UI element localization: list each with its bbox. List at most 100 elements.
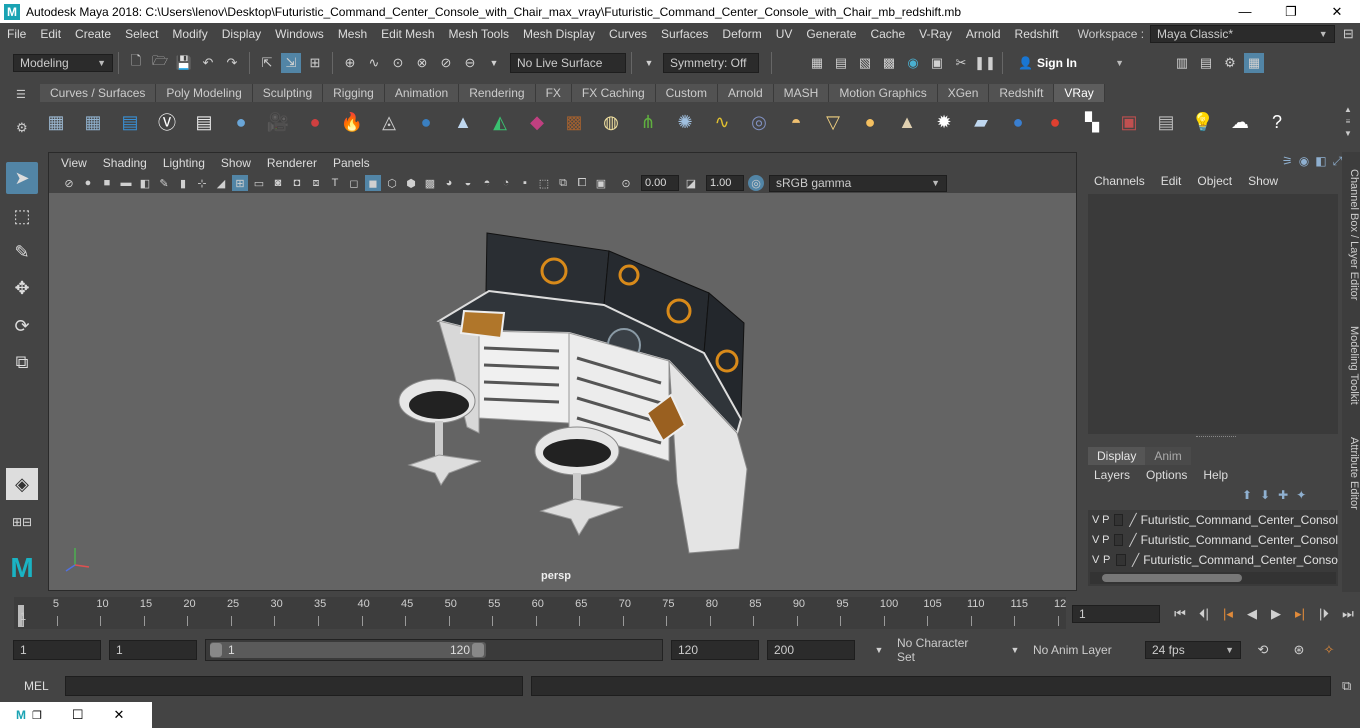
gate-mask-icon[interactable]: ◢ bbox=[213, 175, 229, 191]
gamma-field[interactable]: 1.00 bbox=[706, 175, 744, 191]
select-tool-icon[interactable]: ➤ bbox=[6, 162, 38, 194]
layer-name[interactable]: Futuristic_Command_Center_Conso bbox=[1143, 553, 1338, 567]
viewport-menu-renderer[interactable]: Renderer bbox=[259, 156, 325, 170]
menu-mesh[interactable]: Mesh bbox=[331, 27, 374, 41]
menu-cache[interactable]: Cache bbox=[863, 27, 912, 41]
mode-dropdown[interactable]: Modeling ▼ bbox=[13, 53, 113, 72]
depth-of-field-icon[interactable]: ▪ bbox=[517, 175, 533, 191]
vray-frame-buffer-icon[interactable]: ▤ bbox=[114, 106, 146, 138]
vray-logo-icon[interactable]: Ⓥ bbox=[151, 106, 183, 138]
isolate-select-icon[interactable]: ⬚ bbox=[536, 175, 552, 191]
layer-editor-toggle-icon[interactable]: ◉ bbox=[1299, 154, 1309, 169]
menu-modify[interactable]: Modify bbox=[165, 27, 214, 41]
wireframe-on-shaded-icon[interactable]: ⬡ bbox=[384, 175, 400, 191]
vray-sun-icon[interactable]: ● bbox=[854, 106, 886, 138]
workspace-lock-icon[interactable]: ⊟ bbox=[1339, 24, 1358, 44]
shelf-tab-poly-modeling[interactable]: Poly Modeling bbox=[156, 84, 253, 102]
vray-fire-icon[interactable]: 🔥 bbox=[336, 106, 368, 138]
wireframe-icon[interactable]: ⧈ bbox=[308, 175, 324, 191]
vray-curve-icon[interactable]: ∿ bbox=[706, 106, 738, 138]
range-slider-bar[interactable] bbox=[210, 642, 486, 658]
help-icon[interactable]: ? bbox=[1261, 106, 1293, 138]
step-forward-frame-icon[interactable]: |⏵ bbox=[1314, 604, 1334, 624]
shadows-icon[interactable]: ◕ bbox=[441, 175, 457, 191]
color-management-icon[interactable]: ◎ bbox=[748, 175, 764, 191]
script-editor-icon[interactable]: ⧉ bbox=[1337, 676, 1357, 696]
lasso-tool-icon[interactable]: ⬚ bbox=[6, 200, 38, 232]
bookmark-icon[interactable]: ■ bbox=[99, 175, 115, 191]
vray-bulb-icon[interactable]: 💡 bbox=[1187, 106, 1219, 138]
viewport-menu-lighting[interactable]: Lighting bbox=[155, 156, 213, 170]
xray-icon[interactable]: ⧉ bbox=[555, 175, 571, 191]
shelf-tab-redshift[interactable]: Redshift bbox=[989, 84, 1055, 102]
render-frame-icon[interactable]: ▦ bbox=[807, 53, 827, 73]
step-back-key-icon[interactable]: |◂ bbox=[1218, 604, 1238, 624]
channel-box-toggle-icon[interactable]: ⚞ bbox=[1282, 154, 1293, 169]
menu-edit-mesh[interactable]: Edit Mesh bbox=[374, 27, 441, 41]
animation-preferences-icon[interactable]: ✧ bbox=[1319, 640, 1339, 660]
render-tool-icon[interactable]: ✂ bbox=[951, 53, 971, 73]
vray-plane-icon[interactable]: ▰ bbox=[965, 106, 997, 138]
layer-playback-toggle[interactable]: P bbox=[1102, 534, 1112, 546]
vray-grass-icon[interactable]: ⋔ bbox=[632, 106, 664, 138]
shelf-tab-curves-surfaces[interactable]: Curves / Surfaces bbox=[40, 84, 157, 102]
shelf-tab-fx[interactable]: FX bbox=[535, 84, 572, 102]
shelf-tab-arnold[interactable]: Arnold bbox=[717, 84, 774, 102]
four-view-layout-icon[interactable]: ⊞⊟ bbox=[6, 506, 38, 538]
render-settings-icon[interactable]: ▩ bbox=[879, 53, 899, 73]
vray-sunburst-icon[interactable]: ✹ bbox=[928, 106, 960, 138]
live-surface-field[interactable]: No Live Surface bbox=[510, 52, 626, 73]
modeling-toolkit-icon[interactable]: ▥ bbox=[1172, 53, 1192, 73]
open-scene-icon[interactable]: 🗁 bbox=[150, 53, 170, 73]
undo-icon[interactable]: ↶ bbox=[198, 53, 218, 73]
paint-select-tool-icon[interactable]: ✎ bbox=[6, 236, 38, 268]
layer-type-box[interactable] bbox=[1114, 514, 1124, 526]
xray-active-icon[interactable]: ⧠ bbox=[574, 175, 590, 191]
channel-box-menu-object[interactable]: Object bbox=[1189, 174, 1240, 188]
textured-icon[interactable]: ⬢ bbox=[403, 175, 419, 191]
vray-light-rect-icon[interactable]: ▦ bbox=[77, 106, 109, 138]
scene-render[interactable] bbox=[49, 193, 1076, 590]
vray-dome-light-icon[interactable]: ◓ bbox=[780, 106, 812, 138]
menu-surfaces[interactable]: Surfaces bbox=[654, 27, 715, 41]
vray-table-icon[interactable]: ▤ bbox=[1150, 106, 1182, 138]
tab-modeling-toolkit[interactable]: Modeling Toolkit bbox=[1342, 318, 1360, 412]
channel-box-icon[interactable]: ▦ bbox=[1244, 52, 1264, 73]
channel-box-menu-show[interactable]: Show bbox=[1240, 174, 1286, 188]
layer-visibility-toggle[interactable]: V bbox=[1092, 554, 1103, 566]
vray-spot-light-icon[interactable]: ▽ bbox=[817, 106, 849, 138]
gamma-icon[interactable]: ◪ bbox=[683, 175, 699, 191]
play-backwards-icon[interactable]: ◀ bbox=[1242, 604, 1262, 624]
menu-mesh-display[interactable]: Mesh Display bbox=[516, 27, 602, 41]
time-slider[interactable]: 5 10 15 20 25 30 35 40 45 50 55 60 65 70 75 80 85 90 95 100… bbox=[14, 597, 1066, 629]
layer-name[interactable]: Futuristic_Command_Center_Consol bbox=[1141, 533, 1338, 547]
shelf-tab-rendering[interactable]: Rendering bbox=[459, 84, 536, 102]
attribute-toggle-icon[interactable]: ◧ bbox=[1315, 154, 1326, 169]
command-language-label[interactable]: MEL bbox=[24, 679, 49, 693]
step-forward-key-icon[interactable]: ▸| bbox=[1290, 604, 1310, 624]
menu-generate[interactable]: Generate bbox=[799, 27, 863, 41]
perspective-viewport[interactable]: persp bbox=[49, 193, 1076, 590]
go-to-end-icon[interactable]: ⏭ bbox=[1338, 604, 1358, 624]
camera-attributes-icon[interactable]: ● bbox=[80, 175, 96, 191]
smooth-shade-icon[interactable]: ◼ bbox=[365, 175, 381, 191]
step-back-frame-icon[interactable]: ⏴| bbox=[1194, 604, 1214, 624]
menu-uv[interactable]: UV bbox=[769, 27, 800, 41]
snap-curve-icon[interactable]: ∿ bbox=[364, 53, 384, 73]
field-chart-icon[interactable]: ▭ bbox=[251, 175, 267, 191]
chevron-down-icon[interactable]: ▼ bbox=[869, 640, 889, 660]
color-space-dropdown[interactable]: sRGB gamma ▼ bbox=[769, 174, 947, 192]
menu-redshift[interactable]: Redshift bbox=[1008, 27, 1066, 41]
viewport-menu-shading[interactable]: Shading bbox=[95, 156, 155, 170]
shelf-tab-vray[interactable]: VRay bbox=[1054, 84, 1105, 102]
symmetry-field[interactable]: Symmetry: Off bbox=[663, 52, 759, 73]
snap-grid-icon[interactable]: ⊕ bbox=[340, 53, 360, 73]
float-panel-icon[interactable]: ⤢ bbox=[1333, 154, 1343, 169]
vray-texture-icon[interactable]: ▩ bbox=[558, 106, 590, 138]
move-tool-icon[interactable]: ✥ bbox=[6, 272, 38, 304]
xray-joints-icon[interactable]: ▣ bbox=[593, 175, 609, 191]
minimized-window[interactable]: M ❐ ☐ ✕ bbox=[0, 702, 152, 728]
menu-curves[interactable]: Curves bbox=[602, 27, 654, 41]
motion-blur-icon[interactable]: ◓ bbox=[479, 175, 495, 191]
playback-start-field[interactable]: 1 bbox=[109, 640, 197, 660]
